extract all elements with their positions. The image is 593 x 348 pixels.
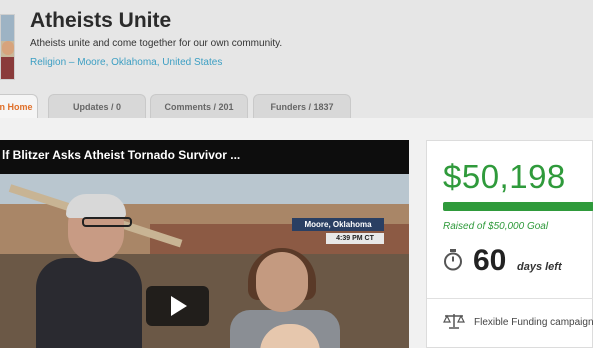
tab-updates[interactable]: Updates / 0: [48, 94, 146, 118]
amount-raised: $50,198: [443, 158, 566, 195]
tab-comments[interactable]: Comments / 201: [150, 94, 248, 118]
play-icon: [171, 296, 187, 316]
funding-panel: $50,198 Raised of $50,000 Goal 60 days l…: [426, 140, 593, 348]
days-left-label: days left: [517, 261, 562, 273]
funding-progress-fill: [443, 202, 593, 211]
funding-type-label: Flexible Funding campaign: [474, 317, 593, 328]
days-left-number: 60: [473, 244, 507, 277]
campaign-subtitle: Atheists unite and come together for our…: [30, 38, 283, 49]
tab-home[interactable]: n Home: [0, 94, 38, 118]
campaign-header: Atheists Unite Atheists unite and come t…: [0, 0, 593, 118]
panel-divider: [427, 298, 593, 299]
tab-funders[interactable]: Funders / 1837: [253, 94, 351, 118]
campaign-title: Atheists Unite: [30, 9, 172, 32]
tab-bar: n Home Updates / 0 Comments / 201 Funder…: [0, 94, 593, 118]
campaign-avatar[interactable]: [0, 14, 15, 80]
video-title[interactable]: lf Blitzer Asks Atheist Tornado Survivor…: [0, 140, 409, 174]
goal-text: Raised of $50,000 Goal: [443, 221, 549, 232]
video-person-glasses: [82, 217, 132, 227]
stopwatch-icon: [444, 249, 462, 271]
campaign-location-link[interactable]: Religion – Moore, Oklahoma, United State…: [30, 57, 222, 68]
play-button[interactable]: [146, 286, 209, 326]
funding-progress-bar: [443, 202, 593, 211]
scale-icon: [443, 314, 465, 329]
video-time-badge: 4:39 PM CT: [326, 233, 384, 244]
video-location-badge: Moore, Oklahoma: [292, 218, 384, 231]
